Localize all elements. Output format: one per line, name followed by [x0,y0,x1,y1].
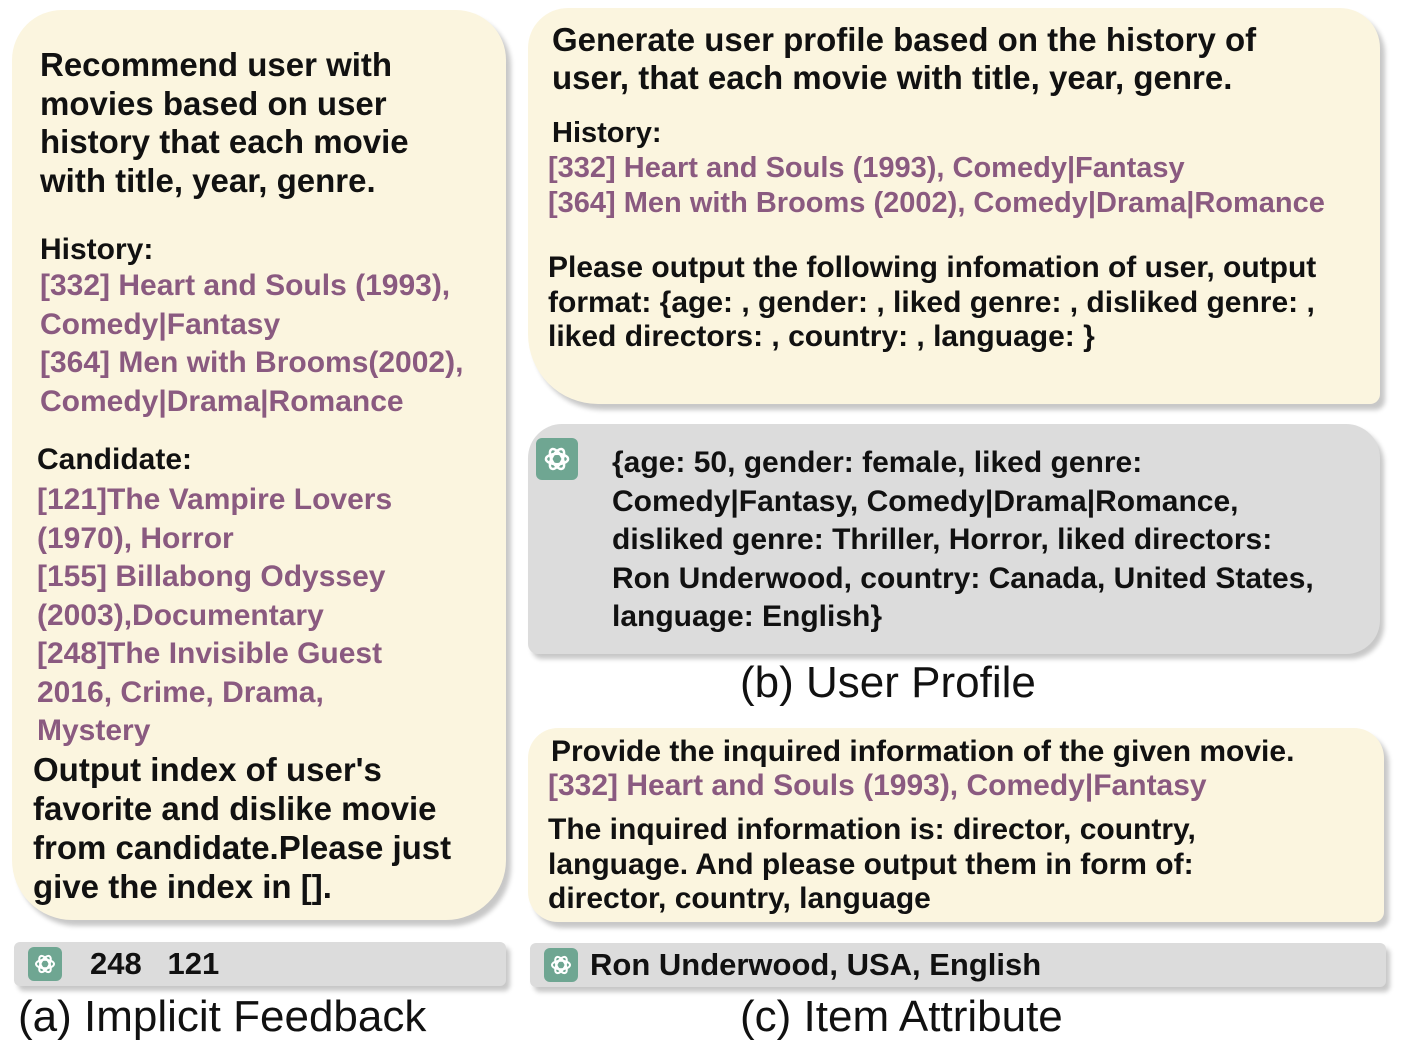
candidate-item: 2016, Crime, Drama, [37,675,324,709]
caption-implicit-feedback: (a) Implicit Feedback [18,992,427,1041]
candidate-section: Candidate: [121]The Vampire Lovers (1970… [37,439,392,751]
instruction-text: Provide the inquired information of the … [551,735,1295,768]
caption-user-profile: (b) User Profile [740,658,1036,707]
output-instruction-text: Output index of user's favorite and disl… [33,751,452,905]
item-attribute-prompt-box: Provide the inquired information of the … [528,728,1384,922]
history-item: [364] Men with Brooms (2002), Comedy|Dra… [548,187,1325,219]
instruction-text: Recommend user with movies based on user… [40,46,409,199]
history-label: History: [552,117,662,149]
instruction-text: Generate user profile based on the histo… [552,21,1257,96]
movie-item: [332] Heart and Souls (1993), Comedy|Fan… [548,769,1207,802]
history-item: Comedy|Drama|Romance [40,384,404,418]
history-section: History: [332] Heart and Souls (1993), C… [40,233,463,421]
candidate-item: [121]The Vampire Lovers [37,483,393,516]
implicit-feedback-response-box: 248 121 [14,942,506,986]
history-item: Comedy|Fantasy [40,307,281,341]
response-text: Ron Underwood, USA, English [590,947,1042,982]
response-text: 248 121 [90,946,220,981]
chatgpt-logo-icon [536,438,578,480]
history-section: History: [332] Heart and Souls (1993), C… [548,116,1325,221]
history-item: [332] Heart and Souls (1993), Comedy|Fan… [548,152,1185,184]
candidate-item: [155] Billabong Odyssey [37,560,386,593]
chatgpt-logo-icon [28,947,62,981]
history-item: [332] Heart and Souls (1993), [40,269,451,302]
user-profile-response-box: {age: 50, gender: female, liked genre: C… [528,424,1380,654]
item-attribute-response-box: Ron Underwood, USA, English [530,943,1386,987]
history-label: History: [40,233,154,266]
implicit-feedback-prompt-box: Recommend user with movies based on user… [12,10,506,920]
output-instruction-text: The inquired information is: director, c… [548,813,1196,915]
response-text: {age: 50, gender: female, liked genre: C… [612,446,1314,633]
candidate-item: (2003),Documentary [37,598,324,632]
history-item: [364] Men with Brooms(2002), [40,346,464,379]
chatgpt-logo-icon [544,948,578,982]
candidate-item: (1970), Horror [37,521,234,555]
output-instruction-text: Please output the following infomation o… [548,251,1317,353]
candidate-item: [248]The Invisible Guest [37,637,383,670]
candidate-label: Candidate: [37,443,193,476]
caption-item-attribute: (c) Item Attribute [740,992,1063,1041]
user-profile-prompt-box: Generate user profile based on the histo… [528,8,1380,404]
candidate-item: Mystery [37,714,151,747]
